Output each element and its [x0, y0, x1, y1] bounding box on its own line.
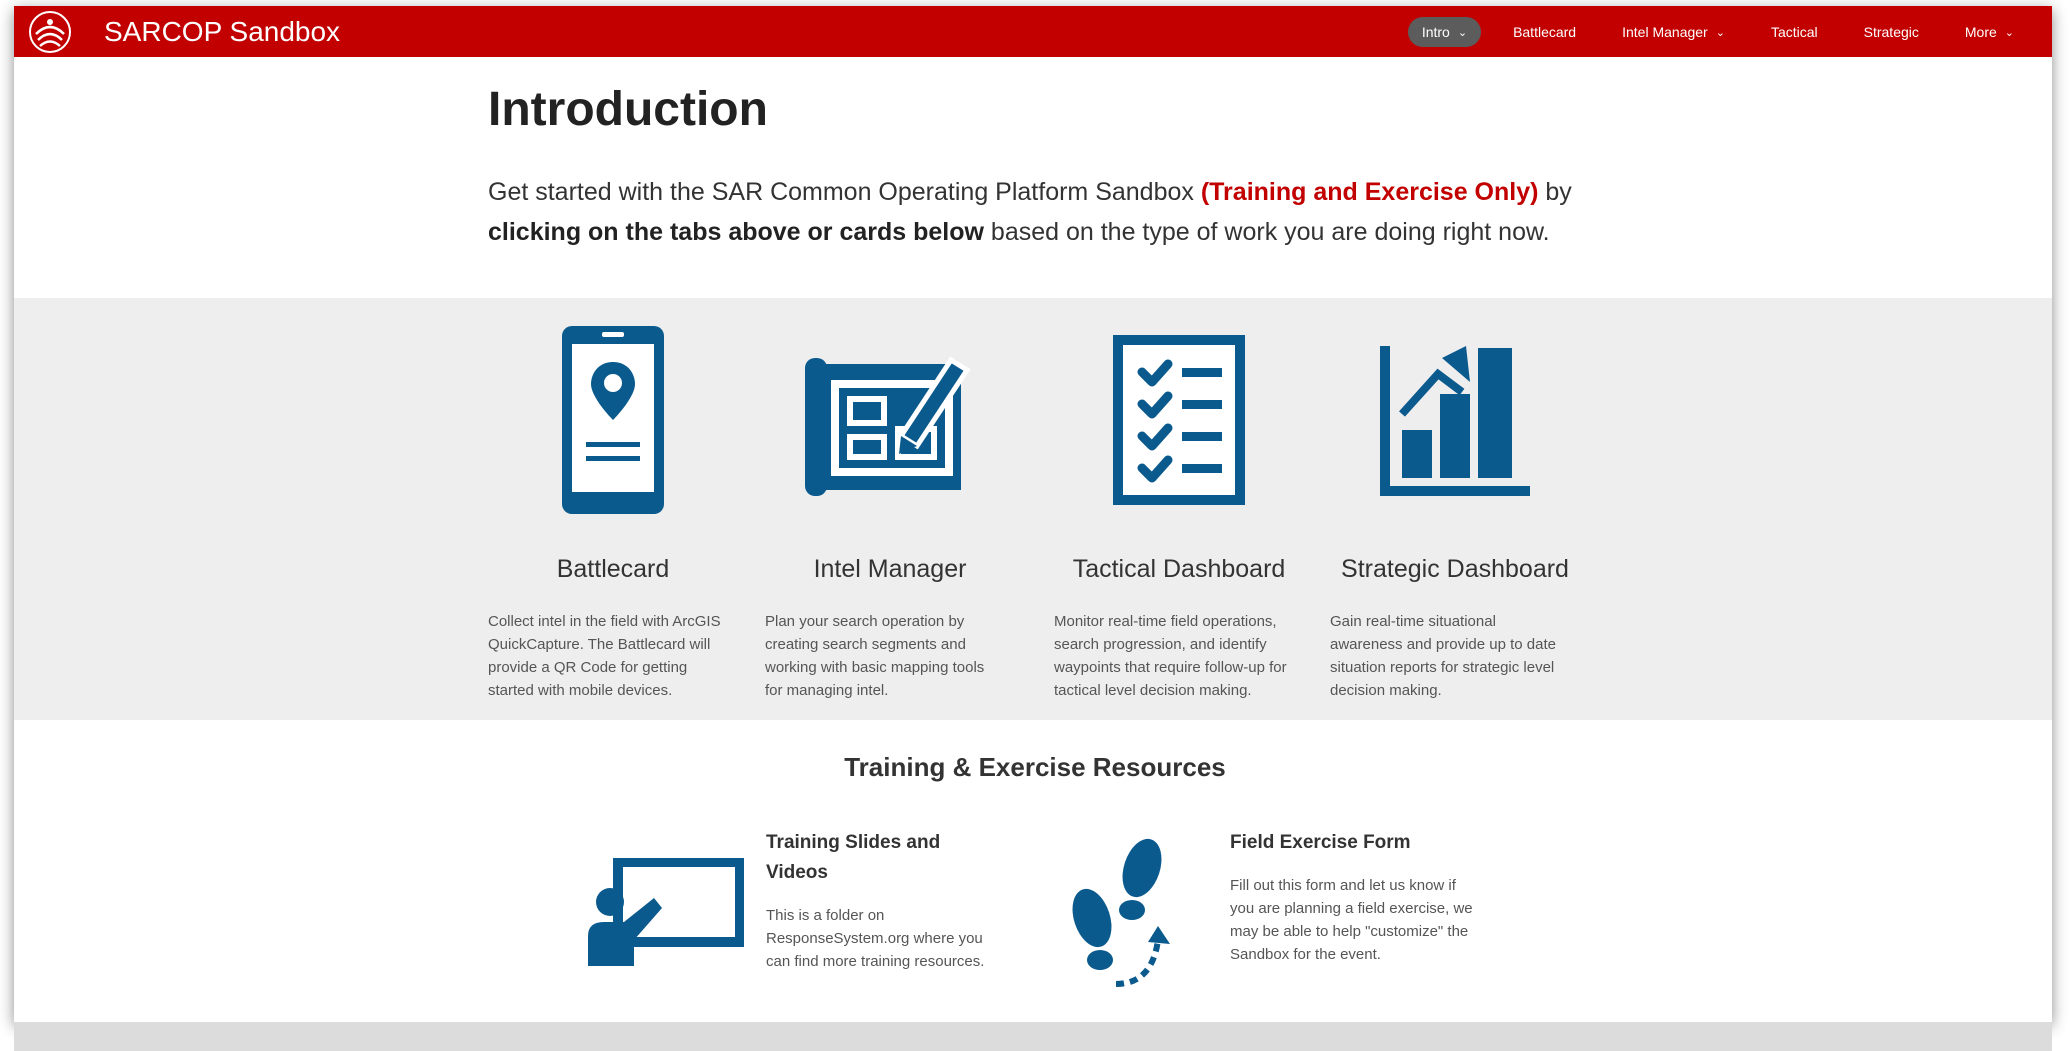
nav-intel-manager-label: Intel Manager: [1622, 24, 1708, 40]
card-description: Gain real-time situational awareness and…: [1330, 613, 1556, 699]
intro-text-part: by: [1538, 178, 1572, 206]
card-description: Monitor real-time field operations, sear…: [1054, 613, 1287, 699]
card-intel-manager[interactable]: Intel Manager Plan your search operation…: [765, 298, 1015, 702]
checklist-icon: [1113, 335, 1245, 505]
training-slides-icon-link[interactable]: [584, 857, 745, 975]
cards-section: Battlecard Collect intel in the field wi…: [14, 298, 2052, 720]
chevron-down-icon: ⌄: [1715, 26, 1725, 39]
chevron-down-icon: ⌄: [2004, 26, 2014, 39]
nav-more-label: More: [1964, 24, 1997, 40]
chevron-down-icon: ⌄: [1457, 26, 1468, 39]
blueprint-pencil-icon: [805, 356, 971, 496]
card-title: Strategic Dashboard: [1341, 555, 1569, 583]
card-tactical-dashboard[interactable]: Tactical Dashboard Monitor real-time fie…: [1054, 298, 1304, 702]
nav-strategic[interactable]: Strategic: [1850, 17, 1933, 47]
nav-strategic-label: Strategic: [1863, 24, 1919, 40]
presentation-icon: [588, 857, 745, 966]
resource-description: This is a folder on ResponseSystem.org w…: [766, 907, 985, 970]
app-title[interactable]: SARCOP Sandbox: [104, 15, 340, 49]
top-navbar: SARCOP Sandbox Intro ⌄ Battlecard Intel …: [14, 6, 2052, 57]
bar-chart-icon: [1380, 346, 1530, 496]
footsteps-icon: [1072, 838, 1170, 987]
intro-emphasis: clicking on the tabs above or cards belo…: [488, 218, 984, 246]
nav-menu: Intro ⌄ Battlecard Intel Manager ⌄ Tacti…: [1407, 17, 2028, 47]
nav-intro[interactable]: Intro ⌄: [1407, 17, 1482, 47]
sarcop-logo-icon[interactable]: [28, 10, 72, 54]
nav-more[interactable]: More ⌄: [1951, 17, 2028, 47]
training-only-notice: (Training and Exercise Only): [1200, 178, 1539, 206]
intro-text-part: based on the type of work you are doing …: [983, 218, 1550, 246]
nav-tactical-label: Tactical: [1770, 24, 1818, 40]
training-slides-card[interactable]: Training Slides and Videos This is a fol…: [766, 828, 1006, 973]
card-strategic-dashboard[interactable]: Strategic Dashboard Gain real-time situa…: [1330, 298, 1580, 702]
resources-heading: Training & Exercise Resources: [844, 752, 1226, 782]
nav-tactical[interactable]: Tactical: [1757, 17, 1832, 47]
page-title: Introduction: [488, 83, 768, 136]
nav-battlecard-label: Battlecard: [1513, 24, 1577, 40]
resource-title: Field Exercise Form: [1230, 832, 1411, 853]
mobile-location-icon: [562, 326, 664, 514]
card-description: Collect intel in the field with ArcGIS Q…: [488, 613, 721, 699]
intro-text-part: Get started with the SAR Common Operatin…: [488, 178, 1201, 206]
page-bottom-strip: [14, 1022, 2052, 1051]
card-battlecard[interactable]: Battlecard Collect intel in the field wi…: [488, 298, 738, 702]
field-exercise-card[interactable]: Field Exercise Form Fill out this form a…: [1230, 828, 1480, 966]
resource-title: Training Slides and Videos: [766, 832, 941, 883]
card-title: Battlecard: [556, 555, 670, 583]
card-description: Plan your search operation by creating s…: [765, 613, 985, 699]
card-title: Tactical Dashboard: [1072, 555, 1286, 583]
nav-intro-label: Intro: [1421, 24, 1450, 40]
nav-battlecard[interactable]: Battlecard: [1499, 17, 1590, 47]
field-exercise-icon-link[interactable]: [1060, 834, 1180, 999]
nav-intel-manager[interactable]: Intel Manager ⌄: [1608, 17, 1739, 47]
intro-paragraph: Get started with the SAR Common Operatin…: [488, 172, 1608, 252]
resource-description: Fill out this form and let us know if yo…: [1230, 877, 1473, 963]
card-title: Intel Manager: [813, 555, 967, 583]
